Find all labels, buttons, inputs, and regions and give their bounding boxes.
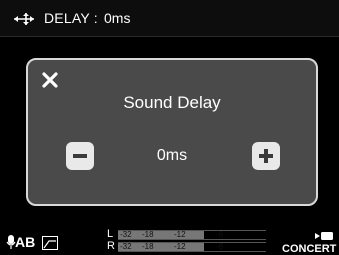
mic-mode-label: AB [15,234,36,250]
left-level-meter [118,230,266,240]
sound-delay-dialog: Sound Delay 0ms [26,58,318,206]
right-channel-label: R [107,240,115,252]
scene-label: CONCERT [282,243,337,255]
plus-icon [259,149,273,163]
left-level-fill [118,231,204,239]
input-output-arrows-icon [14,13,34,25]
close-x-icon [42,72,58,88]
lowcut-curve-icon [42,236,58,250]
dialog-title: Sound Delay [123,93,221,112]
camera-icon [315,232,333,240]
delay-value: 0ms [104,10,131,26]
top-bar: DELAY : 0ms [0,0,339,37]
right-level-fill [118,243,204,251]
delay-label: DELAY : [44,10,98,26]
status-bar: AB L R -32 -18 -12 -6 -32 -18 -12 -6 CON… [0,228,339,255]
right-level-meter [118,242,266,252]
increase-button[interactable] [252,142,280,170]
close-button[interactable] [40,70,60,90]
left-channel-label: L [107,228,114,240]
